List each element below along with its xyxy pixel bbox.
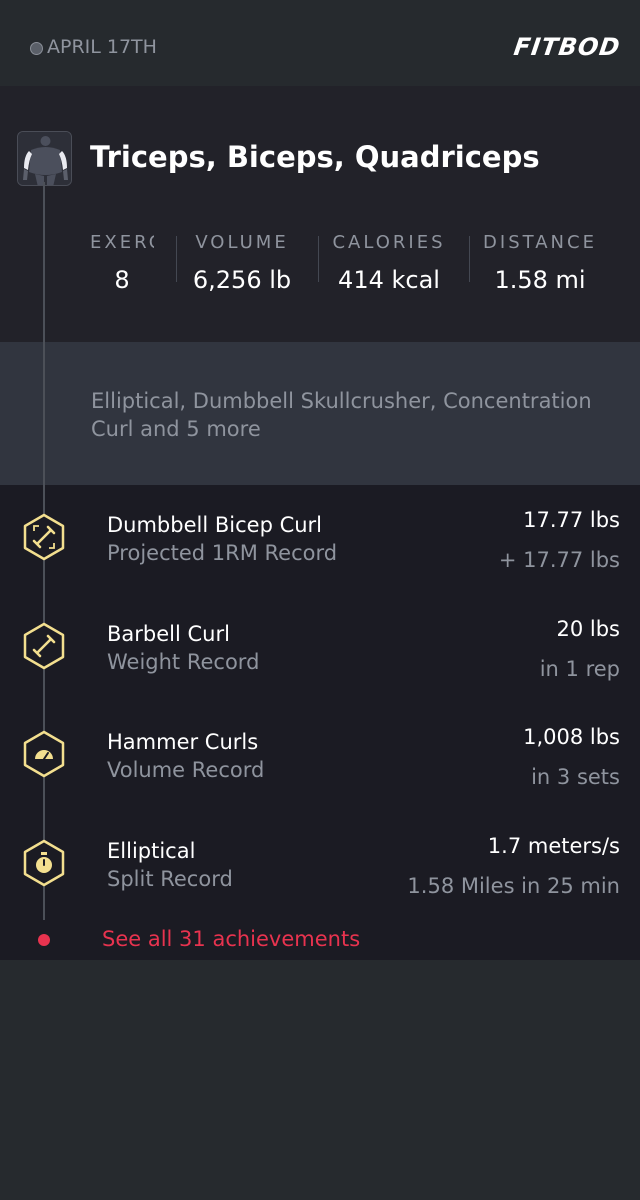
achievement-item[interactable]: Barbell Curl Weight Record 20 lbs in 1 r… <box>0 617 640 712</box>
achievement-name: Barbell Curl <box>107 622 230 646</box>
stat-label: EXERCISES <box>90 232 154 253</box>
stat-calories: CALORIES 414 kcal <box>319 230 459 300</box>
achievement-detail: in 1 rep <box>539 657 620 681</box>
stat-volume: VOLUME 6,256 lb <box>177 230 307 300</box>
stat-exercises: EXERCISES 8 <box>90 230 154 300</box>
achievement-type: Projected 1RM Record <box>107 541 338 565</box>
see-all-achievements-link[interactable]: See all 31 achievements <box>102 927 360 951</box>
gauge-icon <box>23 730 65 778</box>
achievement-type: Volume Record <box>107 758 265 782</box>
achievement-detail: in 3 sets <box>531 765 620 789</box>
achievement-detail: 1.58 Miles in 25 min <box>407 874 620 898</box>
workout-title: Triceps, Biceps, Quadriceps <box>90 140 540 174</box>
stat-distance: DISTANCE 1.58 mi <box>470 230 610 300</box>
achievement-value: 17.77 lbs <box>523 508 620 532</box>
stat-value: 6,256 lb <box>192 266 292 294</box>
workout-date: APRIL 17TH <box>47 36 157 58</box>
see-all-dot-icon <box>38 934 50 946</box>
top-bar: APRIL 17TH FITBOD <box>0 0 640 86</box>
date-dot-icon <box>30 42 43 55</box>
achievement-detail: + 17.77 lbs <box>498 548 620 572</box>
achievement-name: Elliptical <box>107 839 196 863</box>
achievement-value: 1.7 meters/s <box>487 834 620 858</box>
achievement-item[interactable]: Dumbbell Bicep Curl Projected 1RM Record… <box>0 508 640 603</box>
stat-value: 414 kcal <box>338 266 440 294</box>
workout-stats: EXERCISES 8 VOLUME 6,256 lb CALORIES 414… <box>80 230 620 300</box>
achievement-item[interactable]: Hammer Curls Volume Record 1,008 lbs in … <box>0 725 640 820</box>
stat-value: 1.58 mi <box>494 266 586 294</box>
stat-label: DISTANCE <box>483 232 597 253</box>
stopwatch-icon <box>23 839 65 887</box>
dumbbell-icon <box>23 622 65 670</box>
workout-card-header[interactable] <box>0 86 640 342</box>
dumbbell-arrows-icon <box>23 513 65 561</box>
stat-label: VOLUME <box>195 232 289 253</box>
exercise-summary: Elliptical, Dumbbell Skullcrusher, Conce… <box>91 389 592 441</box>
achievement-type: Weight Record <box>107 650 260 674</box>
achievement-name: Hammer Curls <box>107 730 259 754</box>
achievement-type: Split Record <box>107 867 233 891</box>
achievement-value: 1,008 lbs <box>523 725 620 749</box>
achievement-name: Dumbbell Bicep Curl <box>107 513 323 537</box>
muscle-body-icon <box>17 131 72 186</box>
fitbod-logo: FITBOD <box>511 33 622 61</box>
stat-value: 8 <box>114 266 130 294</box>
achievement-value: 20 lbs <box>556 617 620 641</box>
stat-label: CALORIES <box>332 232 446 253</box>
achievement-item[interactable]: Elliptical Split Record 1.7 meters/s 1.5… <box>0 834 640 929</box>
